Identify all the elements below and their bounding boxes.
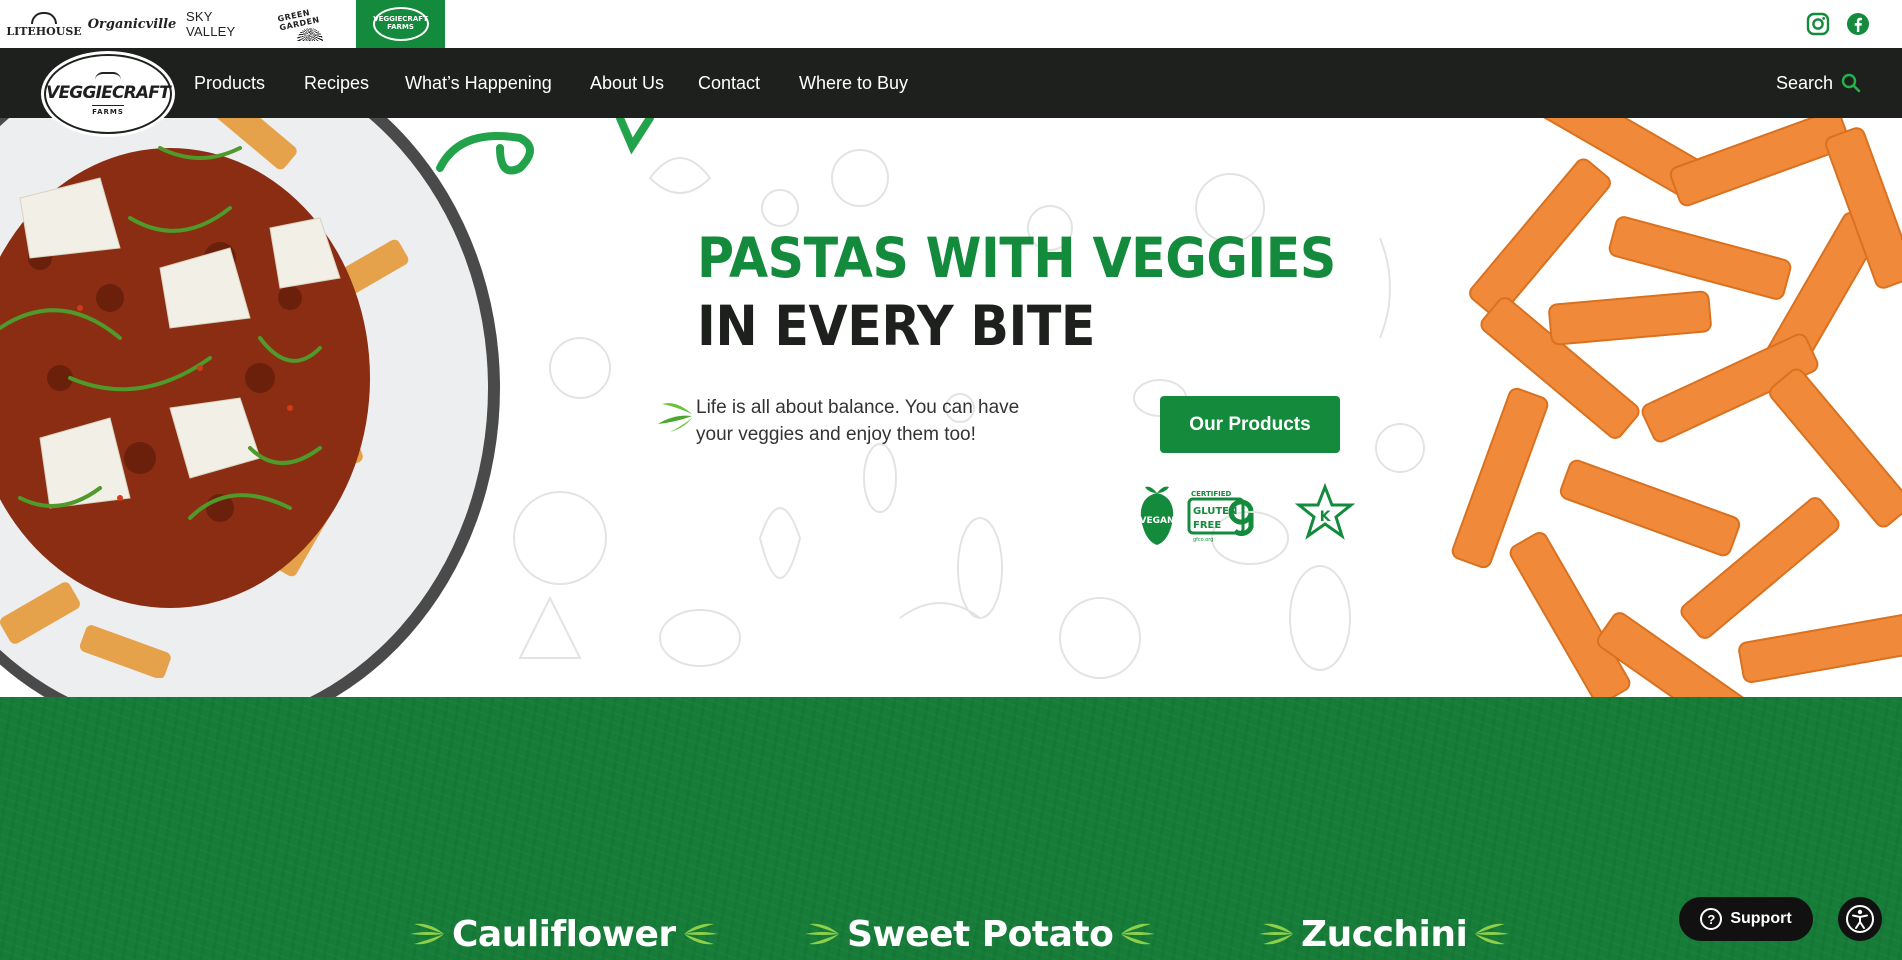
- instagram-icon[interactable]: [1805, 11, 1831, 37]
- svg-text:VEGAN: VEGAN: [1140, 516, 1175, 526]
- accessibility-button[interactable]: [1838, 897, 1882, 941]
- search-label: Search: [1776, 72, 1834, 93]
- hero-tagline: Life is all about balance. You can have …: [696, 397, 1020, 445]
- nav-recipes[interactable]: Recipes: [304, 48, 369, 118]
- leaf-right-icon: [683, 923, 718, 945]
- veggiecraft-brand-tab[interactable]: VEGGIECRAFT FARMS: [356, 0, 445, 48]
- sprout-icon: [658, 403, 692, 432]
- search-icon: [1841, 73, 1861, 93]
- leaf-right-icon: [1121, 923, 1156, 945]
- accessibility-icon: [1846, 905, 1874, 933]
- certification-badges: VEGAN CERTIFIED GLUTEN FREE gfco.org K: [1140, 483, 1355, 545]
- help-icon: ?: [1700, 908, 1723, 930]
- nav-contact[interactable]: Contact: [698, 48, 760, 118]
- organicville-logo[interactable]: Organicville: [88, 0, 177, 48]
- kosher-badge-icon: K: [1294, 483, 1355, 540]
- veggie-section: Cauliflower Sweet Potato Zucchini: [0, 697, 1902, 960]
- svg-text:CERTIFIED: CERTIFIED: [1191, 490, 1232, 498]
- vegan-badge-icon: VEGAN: [1140, 486, 1175, 545]
- veggiecraft-logo[interactable]: VEGGIECRAFT FARMS: [44, 54, 172, 134]
- search-button[interactable]: Search: [1776, 48, 1861, 118]
- leaf-left-icon: [805, 923, 839, 945]
- svg-text:gfco.org: gfco.org: [1193, 537, 1213, 543]
- litehouse-logo[interactable]: LITEHOUSE: [6, 0, 82, 48]
- veggie-title-cauliflower[interactable]: Cauliflower: [408, 912, 720, 956]
- green-garden-logo[interactable]: GREEN GARDEN: [277, 0, 342, 48]
- support-label: Support: [1730, 910, 1792, 927]
- penne-pasta-image: [1451, 118, 1902, 697]
- veggie-title-zucchini[interactable]: Zucchini: [1257, 912, 1511, 956]
- leaf-left-icon: [1259, 923, 1293, 945]
- leaf-left-icon: [410, 923, 444, 945]
- pasta-bolognese-image: [0, 118, 409, 678]
- facebook-icon[interactable]: [1845, 11, 1871, 37]
- nav-whats-happening[interactable]: What’s Happening: [405, 48, 552, 118]
- veggie-title-sweet-potato[interactable]: Sweet Potato: [803, 912, 1157, 956]
- nav-where-to-buy[interactable]: Where to Buy: [799, 48, 908, 118]
- our-products-button[interactable]: Our Products: [1160, 396, 1340, 453]
- support-button[interactable]: ? Support: [1679, 897, 1813, 941]
- svg-text:K: K: [1320, 509, 1332, 525]
- hero-headline-black: IN EVERY BITE: [697, 294, 1096, 358]
- hero-headline-green: PASTAS WITH VEGGIES: [697, 226, 1336, 290]
- hero-section: PASTAS WITH VEGGIES IN EVERY BITE Life i…: [0, 118, 1902, 697]
- nav-about-us[interactable]: About Us: [590, 48, 664, 118]
- decorative-swirl: [436, 118, 654, 175]
- leaf-right-icon: [1475, 923, 1510, 945]
- sky-valley-logo[interactable]: SKY VALLEY: [186, 0, 258, 48]
- svg-text:FREE: FREE: [1193, 520, 1221, 531]
- brand-bar: LITEHOUSE Organicville SKY VALLEY GREEN …: [0, 0, 1902, 48]
- nav-products[interactable]: Products: [194, 48, 265, 118]
- main-nav: VEGGIECRAFT FARMS Products Recipes What’…: [0, 48, 1902, 134]
- gluten-free-badge-icon: CERTIFIED GLUTEN FREE gfco.org: [1187, 490, 1254, 543]
